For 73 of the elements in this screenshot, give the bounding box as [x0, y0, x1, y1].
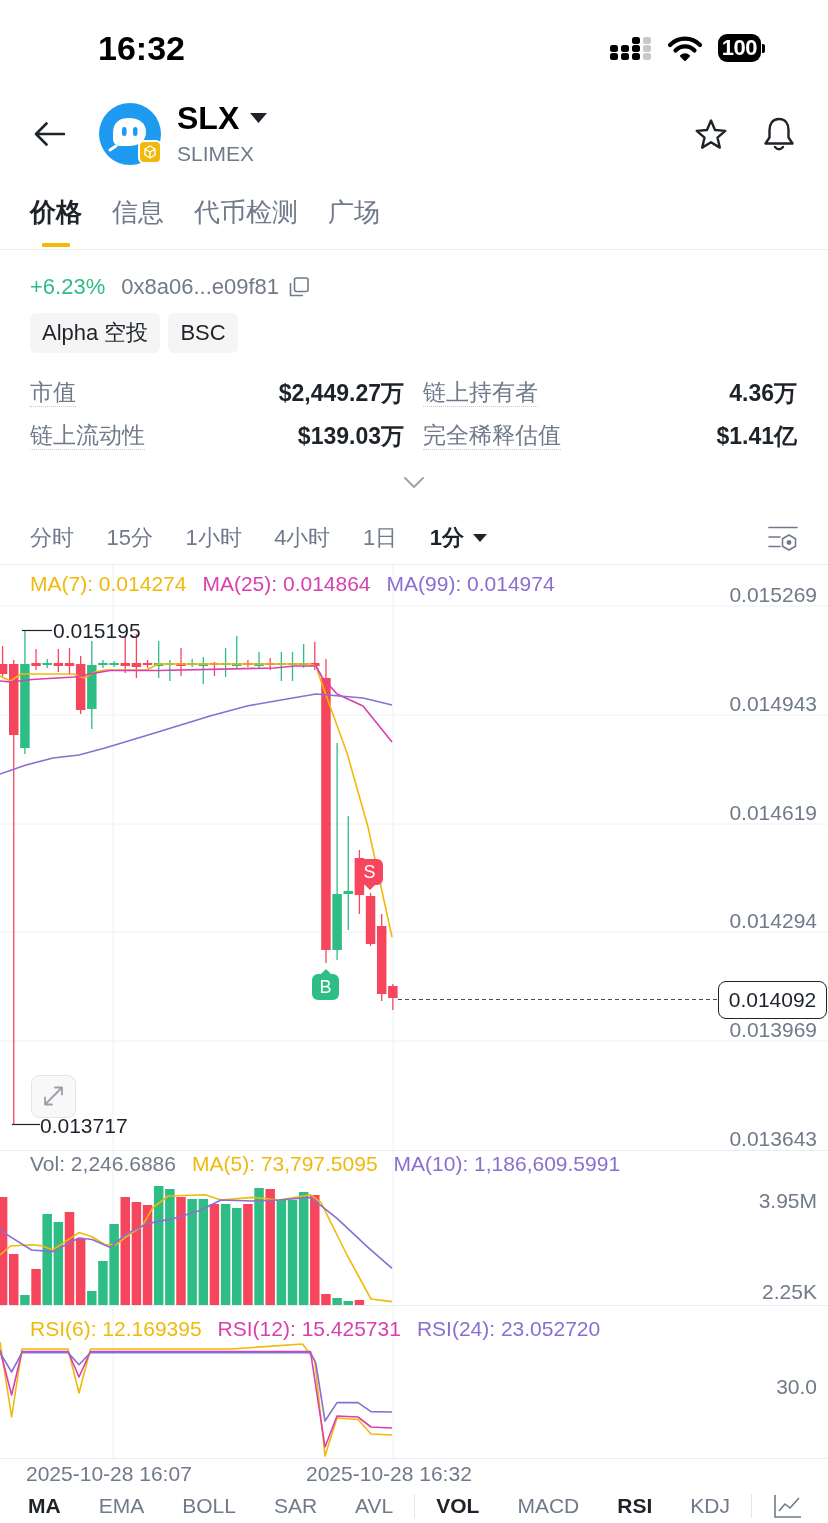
line-chart-icon[interactable]	[772, 1492, 803, 1519]
expand-icon[interactable]	[31, 1075, 76, 1118]
price-axis-label: 0.014619	[729, 802, 817, 824]
indicator-tab[interactable]: MA	[28, 1492, 61, 1519]
volume-axis-label: 3.95M	[758, 1190, 817, 1212]
indicator-tab[interactable]: BOLL	[182, 1492, 236, 1519]
tag: Alpha 空投	[30, 313, 161, 353]
bell-icon[interactable]	[762, 116, 796, 152]
indicator-reading: RSI(12): 15.425731	[217, 1318, 401, 1340]
indicator-tab[interactable]: RSI	[617, 1492, 653, 1519]
interval-tab[interactable]: 1小时	[185, 524, 242, 552]
wifi-icon	[666, 35, 703, 61]
price-change: +6.23%	[30, 274, 106, 300]
interval-tab[interactable]: 1分	[429, 524, 487, 552]
indicator-reading: MA(10): 1,186,609.5991	[393, 1153, 621, 1175]
indicator-tab[interactable]: AVL	[355, 1492, 394, 1519]
indicator-tab[interactable]: EMA	[98, 1492, 145, 1519]
chain-badge-icon	[138, 140, 162, 164]
page-tab[interactable]: 信息	[112, 197, 164, 247]
price-axis-label: 0.014943	[729, 693, 817, 715]
indicator-reading: RSI(6): 12.169395	[30, 1318, 202, 1340]
low-price-label: 0.013717	[40, 1115, 128, 1137]
interval-tab[interactable]: 分时	[30, 524, 74, 552]
caret-icon	[473, 534, 487, 542]
stat-value: $1.41亿	[716, 421, 797, 450]
signal-icon	[609, 36, 651, 60]
stat-label: 链上流动性	[30, 421, 145, 450]
page-tab[interactable]: 代币检测	[194, 197, 298, 247]
back-icon[interactable]	[33, 121, 65, 147]
indicator-reading: MA(25): 0.014864	[202, 573, 371, 595]
indicator-reading: MA(7): 0.014274	[30, 573, 187, 595]
caret-icon[interactable]	[250, 113, 268, 123]
rsi-axis-label: 30.0	[776, 1376, 817, 1398]
time-axis-label: 2025-10-28 16:07	[26, 1462, 192, 1485]
stat-value: 4.36万	[729, 378, 797, 407]
indicator-reading: MA(5): 73,797.5095	[191, 1153, 378, 1175]
page-tab[interactable]: 广场	[328, 197, 380, 247]
indicator-tab[interactable]: VOL	[436, 1492, 480, 1519]
copy-icon[interactable]	[289, 277, 310, 297]
indicator-tab[interactable]: KDJ	[690, 1492, 730, 1519]
page-tab[interactable]: 价格	[30, 197, 82, 247]
indicator-tab[interactable]: MACD	[517, 1492, 580, 1519]
token-name: SLIMEX	[177, 141, 256, 167]
stat-label: 完全稀释估值	[423, 421, 561, 450]
leader-line	[11, 1123, 41, 1126]
stat-value: $139.03万	[297, 421, 404, 450]
price-axis-label: 0.013969	[729, 1019, 817, 1041]
price-axis-label: 0.013643	[729, 1128, 817, 1150]
chart-settings-icon[interactable]	[768, 525, 798, 551]
battery-indicator: 100	[717, 34, 765, 62]
price-axis-label: 0.014294	[729, 910, 817, 932]
volume-axis-label: 2.25K	[762, 1281, 817, 1303]
stat-value: $2,449.27万	[278, 378, 404, 407]
status-time: 16:32	[98, 28, 185, 68]
leader-line	[21, 629, 53, 632]
interval-tab[interactable]: 4小时	[274, 524, 331, 552]
indicator-tab[interactable]: SAR	[273, 1492, 318, 1519]
star-icon[interactable]	[694, 118, 728, 150]
time-axis-label: 2025-10-28 16:32	[306, 1462, 472, 1485]
interval-tab[interactable]: 15分	[106, 524, 153, 552]
indicator-reading: RSI(24): 23.052720	[416, 1318, 601, 1340]
indicator-reading: Vol: 2,246.6886	[30, 1153, 176, 1175]
high-price-label: 0.015195	[53, 620, 141, 642]
stat-label: 链上持有者	[423, 378, 538, 407]
chevron-down-icon[interactable]	[404, 477, 424, 488]
contract-address: 0x8a06...e09f81	[121, 274, 280, 300]
indicator-reading: MA(99): 0.014974	[386, 573, 555, 595]
stat-label: 市值	[30, 378, 76, 407]
price-axis-label: 0.015269	[729, 584, 817, 606]
last-price-tag: 0.014092	[718, 981, 827, 1019]
token-symbol: SLX	[177, 101, 240, 135]
interval-tab[interactable]: 1日	[363, 524, 398, 552]
tag: BSC	[168, 313, 238, 353]
